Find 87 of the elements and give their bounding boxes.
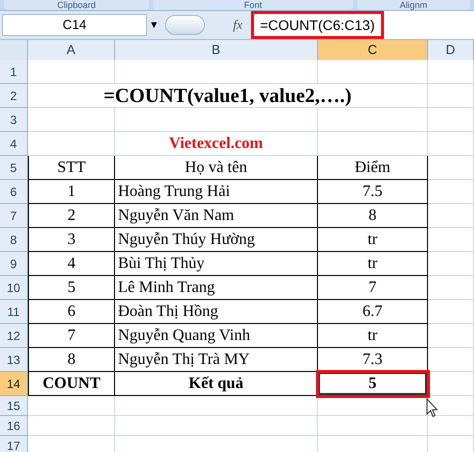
column-header[interactable]: B (115, 40, 318, 60)
table-cell[interactable]: 5 (318, 372, 428, 396)
empty-cell[interactable] (428, 300, 474, 324)
row-header[interactable]: 16 (0, 416, 28, 436)
column-header[interactable]: A (28, 40, 115, 60)
mouse-pointer-icon (426, 398, 438, 418)
row-header[interactable]: 6 (0, 180, 28, 204)
table-cell: STT (28, 156, 115, 180)
row-header[interactable]: 2 (0, 84, 28, 108)
table-cell: Bùi Thị Thủy (115, 252, 318, 276)
table-cell: 3 (28, 228, 115, 252)
ribbon-group-label: Alignm (400, 0, 428, 10)
empty-cell[interactable] (428, 156, 474, 180)
empty-cell[interactable] (115, 396, 318, 416)
insert-function-button[interactable]: fx (233, 15, 247, 35)
empty-cell[interactable] (318, 108, 428, 132)
empty-cell[interactable] (318, 60, 428, 84)
row-header[interactable]: 13 (0, 348, 28, 372)
ribbon-group-label: Font (244, 0, 262, 10)
empty-cell[interactable] (428, 276, 474, 300)
table-cell: 8 (318, 204, 428, 228)
table-cell: 7 (28, 324, 115, 348)
row-header[interactable]: 1 (0, 60, 28, 84)
empty-cell[interactable] (428, 416, 474, 436)
caption-text: Vietexcel.com (115, 132, 318, 156)
empty-cell[interactable] (115, 416, 318, 436)
ribbon-group-label: Clipboard (57, 0, 96, 10)
column-header[interactable]: C (318, 40, 428, 60)
scroll-handle[interactable] (165, 15, 205, 35)
table-cell: tr (318, 324, 428, 348)
table-cell: 6 (28, 300, 115, 324)
empty-cell[interactable] (428, 228, 474, 252)
formula-text: =COUNT(C6:C13) (251, 11, 384, 39)
table-cell: Lê Minh Trang (115, 276, 318, 300)
row-header[interactable]: 5 (0, 156, 28, 180)
empty-cell[interactable] (428, 60, 474, 84)
table-cell: Đoàn Thị Hồng (115, 300, 318, 324)
table-cell: Họ và tên (115, 156, 318, 180)
row-header[interactable]: 15 (0, 396, 28, 416)
empty-cell[interactable] (428, 252, 474, 276)
row-header[interactable]: 14 (0, 372, 28, 396)
table-cell: 7.3 (318, 348, 428, 372)
empty-cell[interactable] (428, 348, 474, 372)
row-header[interactable]: 8 (0, 228, 28, 252)
table-cell: tr (318, 228, 428, 252)
empty-cell[interactable] (428, 132, 474, 156)
table-cell: Hoàng Trung Hải (115, 180, 318, 204)
table-cell: Nguyễn Thúy Hường (115, 228, 318, 252)
empty-cell[interactable] (115, 108, 318, 132)
table-cell: 7 (318, 276, 428, 300)
column-header[interactable]: D (428, 40, 474, 60)
row-header[interactable]: 11 (0, 300, 28, 324)
empty-cell[interactable] (428, 180, 474, 204)
table-cell: 7.5 (318, 180, 428, 204)
dropdown-arrow[interactable]: ▼ (147, 18, 161, 32)
title-text: =COUNT(value1, value2,….) (28, 84, 428, 108)
table-cell: Điểm (318, 156, 428, 180)
select-all-corner[interactable] (0, 40, 28, 60)
name-box[interactable]: C14 (2, 14, 147, 36)
empty-cell[interactable] (318, 416, 428, 436)
row-header[interactable]: 10 (0, 276, 28, 300)
row-header[interactable]: 9 (0, 252, 28, 276)
row-header[interactable]: 17 (0, 436, 28, 452)
table-cell: 5 (28, 276, 115, 300)
empty-cell[interactable] (428, 108, 474, 132)
table-cell: 8 (28, 348, 115, 372)
empty-cell[interactable] (428, 372, 474, 396)
table-cell: 6.7 (318, 300, 428, 324)
table-cell: 1 (28, 180, 115, 204)
empty-cell[interactable] (428, 324, 474, 348)
row-header[interactable]: 12 (0, 324, 28, 348)
table-cell: Nguyễn Văn Nam (115, 204, 318, 228)
table-cell: 2 (28, 204, 115, 228)
empty-cell[interactable] (318, 132, 428, 156)
row-header[interactable]: 7 (0, 204, 28, 228)
table-cell: tr (318, 252, 428, 276)
row-header[interactable]: 3 (0, 108, 28, 132)
formula-field[interactable]: =COUNT(C6:C13) (251, 11, 474, 39)
table-cell: Kết quả (115, 372, 318, 396)
table-cell: 4 (28, 252, 115, 276)
empty-cell[interactable] (428, 204, 474, 228)
table-cell: COUNT (28, 372, 115, 396)
row-header[interactable]: 4 (0, 132, 28, 156)
empty-cell[interactable] (115, 60, 318, 84)
table-cell: Nguyễn Thị Trà MY (115, 348, 318, 372)
table-cell: Nguyễn Quang Vinh (115, 324, 318, 348)
empty-cell[interactable] (428, 84, 474, 108)
